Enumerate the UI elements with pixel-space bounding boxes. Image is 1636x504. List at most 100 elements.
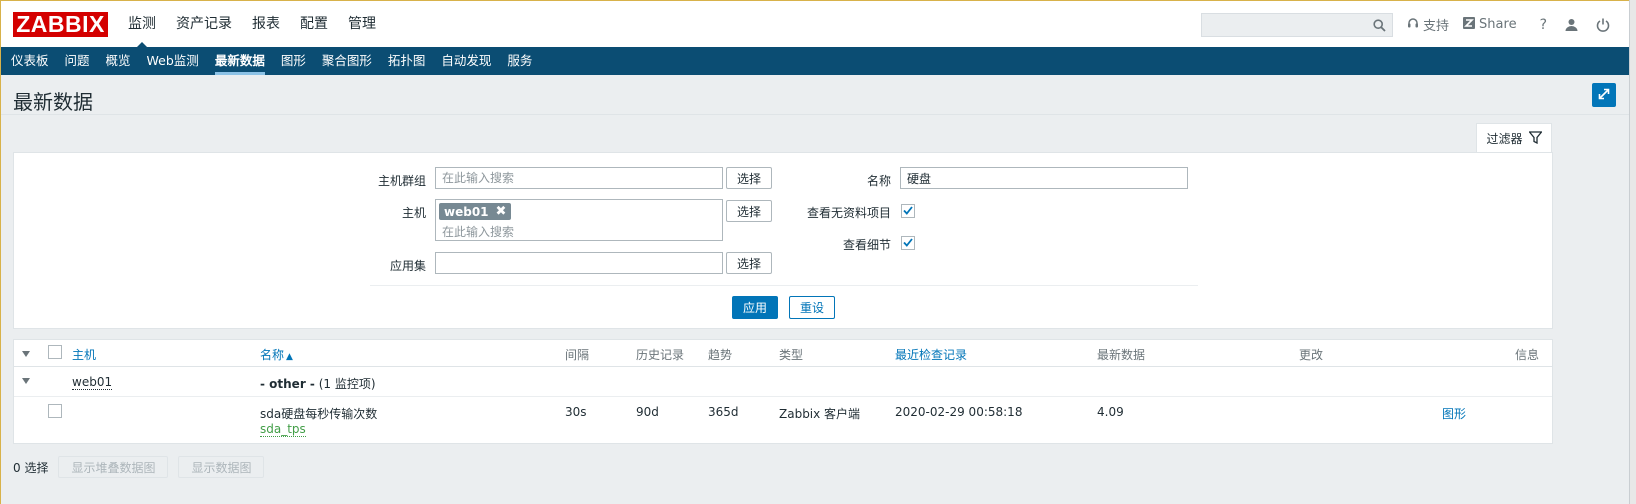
main-menu-configuration[interactable]: 配置 — [290, 1, 338, 48]
column-last-value: 最新数据 — [1097, 348, 1146, 362]
filter-tab-label: 过滤器 — [1486, 132, 1523, 146]
sort-asc-icon: ▲ — [286, 352, 293, 362]
host-select-button[interactable]: 选择 — [726, 200, 772, 222]
collapse-all-icon[interactable] — [22, 351, 30, 357]
stacked-graph-button[interactable]: 显示堆叠数据图 — [58, 456, 169, 478]
item-last-value: 4.09 — [1097, 405, 1124, 419]
global-search — [1201, 12, 1394, 37]
host-group-label: 主机群组 — [377, 174, 426, 188]
column-host[interactable]: 主机 — [72, 346, 96, 363]
item-type: Zabbix 客户端 — [779, 407, 861, 421]
page-title: 最新数据 — [13, 90, 93, 114]
main-menu: 监测 资产记录 报表 配置 管理 — [118, 1, 386, 48]
show-details-label: 查看细节 — [842, 238, 891, 252]
column-history: 历史记录 — [636, 348, 685, 362]
group-item-count: (1 监控项) — [318, 377, 376, 391]
funnel-icon — [1523, 130, 1543, 147]
sub-menu-latest-data[interactable]: 最新数据 — [207, 47, 273, 75]
item-history: 90d — [636, 405, 659, 419]
column-change: 更改 — [1299, 348, 1324, 362]
checkmark-icon — [903, 236, 913, 250]
filter-tab[interactable]: 过滤器 — [1476, 123, 1552, 153]
item-key-link[interactable]: sda_tps — [260, 422, 306, 437]
name-label: 名称 — [866, 174, 891, 188]
application-label: 应用集 — [389, 259, 426, 273]
main-menu-inventory[interactable]: 资产记录 — [166, 1, 242, 48]
sub-menu: 仪表板 问题 概览 Web监测 最新数据 图形 聚合图形 拓扑图 自动发现 服务 — [1, 47, 1629, 75]
share-z-icon — [1463, 16, 1479, 33]
main-menu-administration[interactable]: 管理 — [338, 1, 386, 48]
host-tag: web01 ✖ — [439, 203, 512, 220]
column-name[interactable]: 名称 ▲ — [260, 346, 293, 363]
column-type: 类型 — [779, 348, 804, 362]
group-host-link[interactable]: web01 — [72, 375, 113, 390]
collapse-group-icon[interactable] — [22, 378, 30, 384]
row-checkbox[interactable] — [48, 404, 62, 418]
sub-menu-maps[interactable]: 拓扑图 — [380, 47, 434, 75]
header-tools: 支持 Share ? — [1201, 1, 1619, 48]
host-tag-label: web01 — [444, 204, 489, 219]
main-menu-monitoring[interactable]: 监测 — [118, 1, 166, 48]
item-interval: 30s — [565, 405, 587, 419]
app-window: ZABBIX 监测 资产记录 报表 配置 管理 支持 Share ? 仪表板 问… — [0, 0, 1630, 504]
column-name-label: 名称 — [260, 348, 285, 362]
zabbix-logo[interactable]: ZABBIX — [13, 11, 108, 37]
headset-icon — [1407, 17, 1423, 33]
filter-divider — [370, 285, 1198, 286]
window-edge — [1630, 0, 1636, 504]
show-items-without-data-label: 查看无资料项目 — [806, 206, 891, 220]
sub-menu-screens[interactable]: 聚合图形 — [314, 47, 380, 75]
filter-panel: 主机群组 选择 主机 web01 ✖ 在此输入搜索 选择 应用集 选择 名称 查… — [13, 152, 1553, 329]
support-link[interactable]: 支持 — [1407, 15, 1449, 34]
checkmark-icon — [903, 204, 913, 218]
table-header: 主机 名称 ▲ 间隔 历史记录 趋势 类型 最近检查记录 最新数据 更改 信息 — [14, 340, 1552, 367]
sub-menu-discovery[interactable]: 自动发现 — [433, 47, 499, 75]
main-menu-reports[interactable]: 报表 — [242, 1, 290, 48]
share-label: Share — [1479, 17, 1517, 32]
user-profile-icon[interactable] — [1565, 18, 1578, 31]
search-icon[interactable] — [1373, 18, 1386, 35]
show-details-checkbox[interactable] — [901, 236, 915, 250]
latest-data-table: 主机 名称 ▲ 间隔 历史记录 趋势 类型 最近检查记录 最新数据 更改 信息 w… — [13, 339, 1553, 444]
reset-button[interactable]: 重设 — [789, 296, 835, 319]
graph-link[interactable]: 图形 — [1442, 405, 1466, 422]
item-trends: 365d — [708, 405, 739, 419]
expand-icon — [1597, 87, 1611, 104]
title-bar: 最新数据 — [1, 75, 1629, 115]
sub-menu-overview[interactable]: 概览 — [98, 47, 139, 75]
share-link[interactable]: Share — [1463, 16, 1517, 33]
item-last-check: 2020-02-29 00:58:18 — [895, 405, 1023, 419]
host-group-input[interactable] — [435, 167, 723, 189]
column-last-check[interactable]: 最近检查记录 — [895, 346, 967, 363]
application-input[interactable] — [435, 252, 723, 274]
host-group-select-button[interactable]: 选择 — [726, 167, 772, 189]
host-label: 主机 — [401, 206, 426, 220]
fullscreen-button[interactable] — [1592, 83, 1616, 107]
search-input[interactable] — [1202, 13, 1393, 36]
show-items-without-data-checkbox[interactable] — [901, 204, 915, 218]
support-label: 支持 — [1423, 19, 1450, 34]
sub-menu-services[interactable]: 服务 — [499, 47, 540, 75]
sub-menu-web[interactable]: Web监测 — [139, 47, 207, 75]
sub-menu-graphs[interactable]: 图形 — [273, 47, 314, 75]
column-interval: 间隔 — [565, 348, 590, 362]
sub-menu-problems[interactable]: 问题 — [57, 47, 98, 75]
selected-count: 0 选择 — [13, 460, 49, 475]
help-icon[interactable]: ? — [1540, 17, 1547, 33]
column-trends: 趋势 — [708, 348, 733, 362]
apply-button[interactable]: 应用 — [732, 296, 778, 319]
host-multiselect[interactable]: web01 ✖ 在此输入搜索 — [435, 199, 723, 241]
group-application: - other - — [260, 377, 315, 391]
table-group-row: web01 - other - (1 监控项) — [14, 367, 1552, 397]
table-footer: 0 选择 显示堆叠数据图 显示数据图 — [13, 456, 274, 478]
graph-button[interactable]: 显示数据图 — [178, 456, 265, 478]
host-search-placeholder: 在此输入搜索 — [442, 225, 515, 239]
logout-icon[interactable] — [1596, 18, 1610, 32]
sub-menu-dashboard[interactable]: 仪表板 — [3, 47, 57, 75]
name-input[interactable] — [900, 167, 1188, 189]
column-info: 信息 — [1515, 348, 1540, 362]
remove-tag-icon[interactable]: ✖ — [496, 204, 507, 219]
application-select-button[interactable]: 选择 — [726, 252, 772, 274]
select-all-checkbox[interactable] — [48, 345, 62, 359]
top-header: ZABBIX 监测 资产记录 报表 配置 管理 支持 Share ? — [1, 0, 1629, 48]
